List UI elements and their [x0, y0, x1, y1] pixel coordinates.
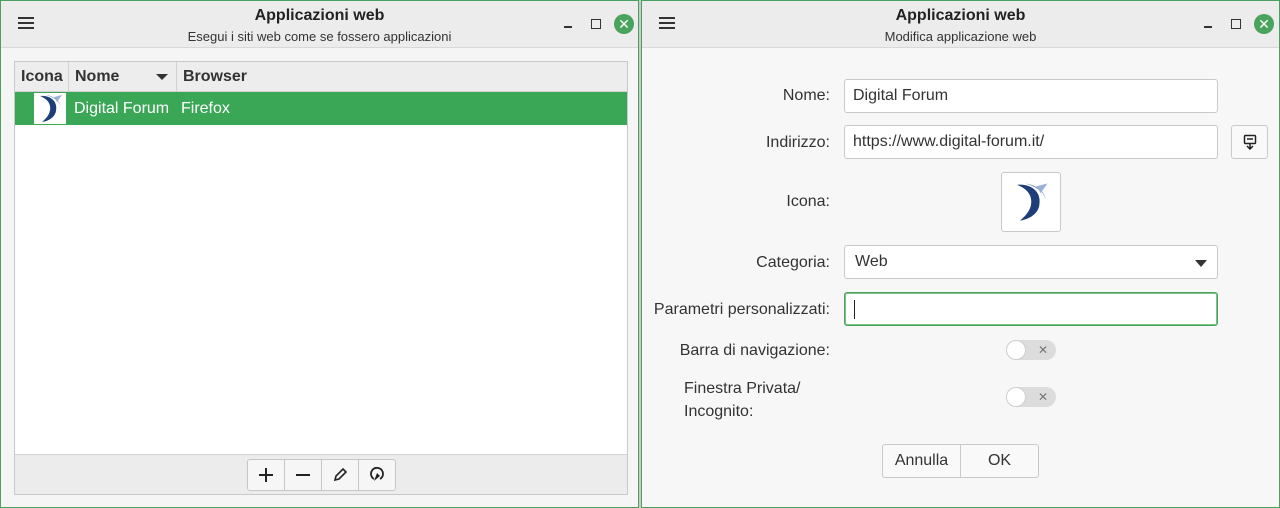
column-header-browser[interactable]: Browser	[177, 62, 628, 92]
add-button[interactable]	[248, 460, 285, 490]
ok-button[interactable]: OK	[961, 445, 1038, 477]
digital-forum-logo-icon	[34, 93, 66, 124]
dropdown-arrow-icon	[1195, 260, 1207, 267]
download-favicon-icon	[1243, 134, 1256, 150]
minus-icon	[296, 474, 310, 476]
column-header-name[interactable]: Nome	[69, 62, 177, 92]
list-toolbar	[15, 454, 627, 494]
window-subtitle: Esegui i siti web come se fossero applic…	[187, 29, 452, 44]
text-caret	[854, 300, 855, 319]
web-apps-window: Applicazioni web Esegui i siti web come …	[0, 0, 639, 508]
close-icon[interactable]: ✕	[1254, 14, 1274, 34]
custom-params-label: Parametri personalizzati:	[653, 301, 830, 318]
toggle-off-icon: ✕	[1037, 343, 1048, 357]
maximize-icon[interactable]	[1226, 14, 1246, 34]
minimize-icon[interactable]	[1198, 14, 1218, 34]
category-value: Web	[855, 253, 888, 270]
close-icon[interactable]: ✕	[614, 14, 634, 34]
toolbar-button-group	[247, 459, 396, 491]
cancel-button[interactable]: Annulla	[883, 445, 961, 477]
name-label: Nome:	[782, 87, 830, 104]
remove-button[interactable]	[285, 460, 322, 490]
minimize-icon[interactable]	[558, 14, 578, 34]
column-header-name-label: Nome	[75, 68, 120, 85]
private-window-label-line1: Finestra Privata/	[684, 380, 801, 397]
private-window-toggle[interactable]: ✕	[1006, 387, 1056, 407]
private-window-label: Finestra Privata/ Incognito:	[684, 377, 800, 423]
edit-button[interactable]	[322, 460, 359, 490]
navbar-label: Barra di navigazione:	[679, 342, 830, 359]
category-label: Categoria:	[756, 254, 830, 271]
icon-chooser-button[interactable]	[1001, 172, 1061, 232]
hamburger-menu-icon[interactable]	[659, 17, 675, 31]
table-row[interactable]: Digital Forum Firefox	[15, 92, 627, 125]
window-title: Applicazioni web	[895, 7, 1026, 24]
column-header-icon[interactable]: Icona	[15, 62, 69, 92]
titlebar: Applicazioni web Esegui i siti web come …	[1, 1, 638, 48]
apps-list: Icona Nome Browser Digital Forum Firefox	[14, 61, 628, 495]
maximize-icon[interactable]	[586, 14, 606, 34]
fetch-favicon-button[interactable]	[1231, 125, 1268, 159]
private-window-label-line2: Incognito:	[684, 403, 754, 420]
list-header: Icona Nome Browser	[15, 62, 627, 92]
row-browser: Firefox	[181, 100, 230, 117]
toggle-knob	[1006, 340, 1026, 360]
address-label: Indirizzo:	[765, 134, 830, 151]
launch-button[interactable]	[359, 460, 395, 490]
pencil-icon	[333, 467, 348, 482]
navbar-toggle[interactable]: ✕	[1006, 340, 1056, 360]
titlebar: Applicazioni web Modifica applicazione w…	[642, 1, 1279, 48]
hamburger-menu-icon[interactable]	[18, 17, 34, 31]
edit-web-app-window: Applicazioni web Modifica applicazione w…	[641, 0, 1280, 508]
plus-icon	[259, 468, 273, 482]
dialog-button-group: Annulla OK	[882, 444, 1039, 478]
toggle-knob	[1006, 387, 1026, 407]
address-field[interactable]: https://www.digital-forum.it/	[844, 125, 1218, 159]
window-subtitle: Modifica applicazione web	[884, 29, 1037, 44]
launch-icon	[370, 467, 384, 481]
sort-descending-icon	[156, 74, 168, 80]
toggle-off-icon: ✕	[1037, 390, 1048, 404]
row-name: Digital Forum	[74, 100, 170, 117]
category-select[interactable]: Web	[844, 245, 1218, 279]
digital-forum-logo-icon	[1017, 183, 1048, 221]
name-field[interactable]: Digital Forum	[844, 79, 1218, 113]
icon-label: Icona:	[786, 193, 830, 210]
custom-params-field[interactable]	[844, 292, 1218, 326]
window-title: Applicazioni web	[254, 7, 385, 24]
